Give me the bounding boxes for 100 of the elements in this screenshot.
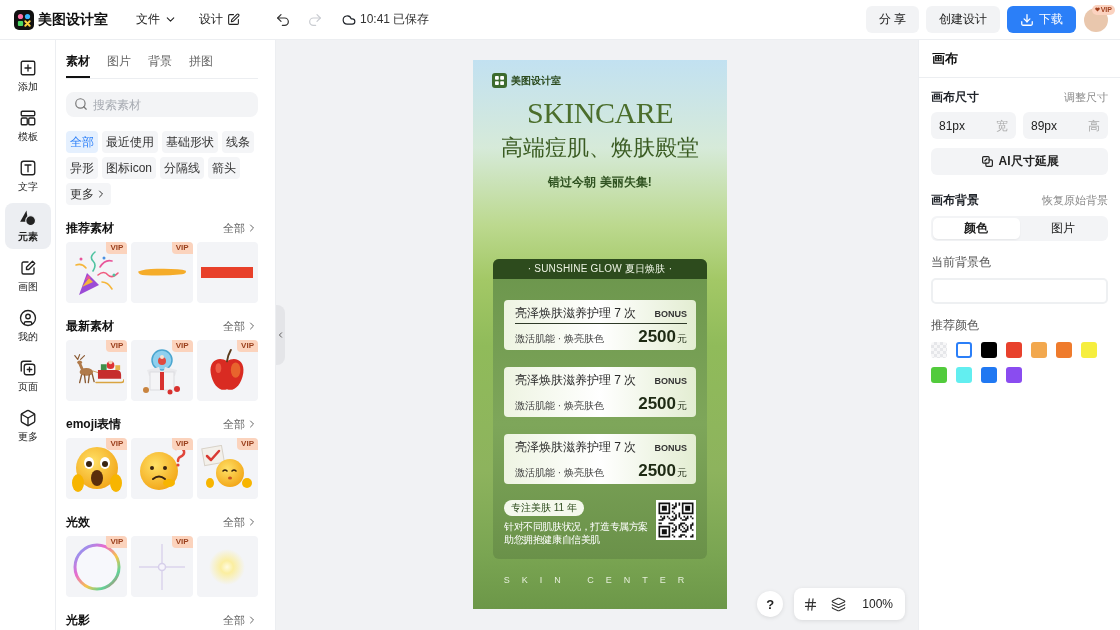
sidebar-item[interactable]: 画图: [4, 253, 51, 299]
layers-button[interactable]: [830, 596, 847, 612]
section-title: emoji表情: [66, 415, 122, 433]
sticker-tile[interactable]: VIP: [131, 536, 193, 597]
section-label: 画布背景: [931, 191, 979, 209]
sidebar-item[interactable]: 文字: [4, 153, 51, 199]
sparkle-drawing: [137, 541, 187, 592]
sidebar-item[interactable]: 添加: [4, 53, 51, 99]
zoom-level[interactable]: 100%: [862, 597, 893, 611]
resize-link[interactable]: 调整尺寸: [1064, 89, 1108, 105]
see-all-link[interactable]: 全部: [223, 416, 258, 432]
offer-tag: BONUS: [654, 443, 687, 454]
edit-icon: [227, 13, 240, 26]
sticker-tile[interactable]: [196, 242, 258, 303]
price-unit: 元: [677, 332, 687, 347]
sidebar-item[interactable]: 我的: [4, 303, 51, 349]
vip-badge: VIP: [106, 242, 128, 254]
see-all-link[interactable]: 全部: [223, 318, 258, 334]
filter-chip[interactable]: 分隔线: [160, 157, 204, 179]
offer-heading: · SUNSHINE GLOW 夏日焕肤 ·: [493, 259, 707, 280]
download-icon: [1020, 12, 1034, 27]
filter-chip[interactable]: 图标icon: [102, 157, 156, 179]
sidebar-item[interactable]: 模板: [4, 103, 51, 149]
resize-icon: [980, 155, 994, 168]
tab[interactable]: 拼图: [189, 48, 213, 78]
redo-icon: [307, 11, 323, 28]
offer-name: 亮泽焕肤滋养护理 7 次: [515, 439, 637, 457]
offer-name: 亮泽焕肤滋养护理 7 次: [515, 305, 637, 323]
price-amount: 2500: [638, 395, 676, 413]
sticker-tile[interactable]: VIP: [66, 340, 128, 401]
see-all-link[interactable]: 全部: [223, 220, 258, 236]
filter-chip[interactable]: 更多: [66, 183, 111, 205]
filter-chip[interactable]: 基础形状: [162, 131, 218, 153]
sticker-tile[interactable]: VIP: [66, 536, 128, 597]
action-button[interactable]: 分 享: [865, 6, 919, 33]
filter-chip[interactable]: 异形: [66, 157, 98, 179]
segment-tab[interactable]: 颜色: [933, 218, 1020, 239]
color-swatch-icon[interactable]: [931, 367, 947, 383]
color-swatch-icon[interactable]: [1056, 342, 1072, 358]
see-all-link[interactable]: 全部: [223, 612, 258, 628]
sidebar-item[interactable]: 元素: [4, 203, 51, 249]
vip-badge: VIP: [171, 438, 193, 450]
color-swatch-icon[interactable]: [1031, 342, 1047, 358]
filter-chip[interactable]: 最近使用: [102, 131, 158, 153]
search-icon: [74, 97, 88, 111]
menu-button[interactable]: 设计: [197, 6, 242, 33]
unit-label: 宽: [996, 118, 1008, 135]
save-status: 10:41 已保存: [360, 11, 430, 28]
bubble-drawing: [71, 541, 122, 592]
sidebar-item[interactable]: 更多: [4, 403, 51, 449]
menu-button[interactable]: 文件: [134, 6, 179, 33]
shapes-icon: [18, 208, 37, 227]
sticker-tile[interactable]: VIP: [196, 340, 258, 401]
tab[interactable]: 背景: [148, 48, 172, 78]
color-swatch-icon[interactable]: [956, 342, 972, 358]
sticker-tile[interactable]: [196, 536, 258, 597]
vip-badge: VIP: [237, 438, 258, 450]
color-swatch-icon[interactable]: [956, 367, 972, 383]
transparent-swatch-icon[interactable]: [931, 342, 947, 358]
filter-chip[interactable]: 线条: [222, 131, 254, 153]
poster-title: SKINCARE: [527, 98, 673, 128]
download-button[interactable]: 下载: [1007, 6, 1076, 33]
help-button[interactable]: ?: [757, 591, 784, 617]
sticker-tile[interactable]: VIP: [131, 242, 193, 303]
action-button[interactable]: 创建设计: [926, 6, 1000, 33]
tab[interactable]: 图片: [107, 48, 131, 78]
color-swatch-icon[interactable]: [1081, 342, 1097, 358]
vip-badge: VIP: [171, 536, 193, 548]
text-icon: [18, 158, 37, 177]
offer-benefit: 激活肌能 · 焕亮肤色: [515, 466, 604, 481]
layers-icon: [830, 596, 846, 612]
sticker-tile[interactable]: VIP: [66, 242, 128, 303]
color-swatch-icon[interactable]: [1006, 342, 1022, 358]
reset-background-link[interactable]: 恢复原始背景: [1042, 192, 1108, 208]
vip-badge: VIP: [106, 340, 128, 352]
sticker-tile[interactable]: VIP: [131, 340, 193, 401]
collapse-handle[interactable]: [276, 305, 285, 365]
grid-button[interactable]: [802, 596, 819, 612]
tab[interactable]: 素材: [66, 48, 90, 78]
color-swatch-icon[interactable]: [981, 367, 997, 383]
poster-brand: 美图设计室: [511, 73, 561, 88]
segment-tab[interactable]: 图片: [1019, 218, 1106, 239]
color-swatch-icon[interactable]: [1006, 367, 1022, 383]
template-icon: [18, 108, 37, 127]
sticker-tile[interactable]: VIP: [131, 438, 193, 499]
price-unit: 元: [677, 466, 687, 481]
poster-note: 针对不同肌肤状况，打造专属方案: [504, 520, 648, 534]
filter-chip[interactable]: 箭头: [208, 157, 240, 179]
sticker-tile[interactable]: VIP: [66, 438, 128, 499]
app-name: 美图设计室: [38, 10, 108, 29]
stripe-drawing: [201, 267, 254, 278]
sticker-tile[interactable]: VIP: [196, 438, 258, 499]
price-amount: 2500: [638, 328, 676, 346]
sidebar-item[interactable]: 页面: [4, 353, 51, 399]
add-icon: [18, 58, 37, 77]
search-field[interactable]: 搜索素材: [66, 92, 258, 117]
ai-resize-button[interactable]: AI尺寸延展: [931, 148, 1108, 175]
see-all-link[interactable]: 全部: [223, 514, 258, 530]
color-swatch-icon[interactable]: [981, 342, 997, 358]
vip-badge: VIP: [106, 536, 128, 548]
